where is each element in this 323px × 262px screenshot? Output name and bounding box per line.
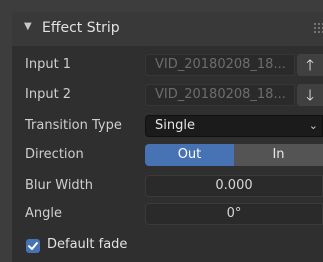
blur-width-field[interactable]: 0.000 <box>145 175 323 197</box>
input1-row: Input 1 VID_20180208_18... 🡑 <box>12 54 323 76</box>
collapse-triangle-icon[interactable]: ▼ <box>24 21 32 32</box>
blur-width-row: Blur Width 0.000 <box>12 175 323 197</box>
transition-type-label: Transition Type <box>25 118 122 133</box>
panel-header[interactable]: ▼ Effect Strip <box>12 12 323 46</box>
arrow-up-icon: 🡑 <box>306 56 314 74</box>
transition-type-value: Single <box>155 118 195 133</box>
effect-strip-panel: ▼ Effect Strip Input 1 VID_20180208_18..… <box>12 12 323 262</box>
swap-down-button[interactable]: 🡓 <box>297 84 323 106</box>
angle-row: Angle 0° <box>12 203 323 225</box>
blur-width-label: Blur Width <box>25 178 94 193</box>
direction-row: Direction Out In <box>12 144 323 166</box>
default-fade-checkbox[interactable] <box>26 239 40 253</box>
angle-field[interactable]: 0° <box>145 203 323 225</box>
checkmark-icon <box>28 242 38 250</box>
transition-type-row: Transition Type Single ⌄ <box>12 115 323 137</box>
direction-label: Direction <box>25 147 84 162</box>
default-fade-label: Default fade <box>47 237 128 252</box>
input2-label: Input 2 <box>25 87 72 102</box>
swap-up-button[interactable]: 🡑 <box>297 54 323 76</box>
chevron-down-icon: ⌄ <box>308 119 318 132</box>
panel-title: Effect Strip <box>42 20 120 36</box>
arrow-down-icon: 🡓 <box>306 86 314 104</box>
input2-row: Input 2 VID_20180208_18... 🡓 <box>12 84 323 106</box>
input1-label: Input 1 <box>25 57 72 72</box>
transition-type-dropdown[interactable]: Single ⌄ <box>145 115 323 137</box>
drag-grip-icon[interactable] <box>313 22 323 34</box>
direction-out-button[interactable]: Out <box>145 144 234 166</box>
input2-field[interactable]: VID_20180208_18... <box>145 84 295 106</box>
input1-field[interactable]: VID_20180208_18... <box>145 54 295 76</box>
angle-label: Angle <box>25 206 62 221</box>
direction-in-button[interactable]: In <box>234 144 323 166</box>
